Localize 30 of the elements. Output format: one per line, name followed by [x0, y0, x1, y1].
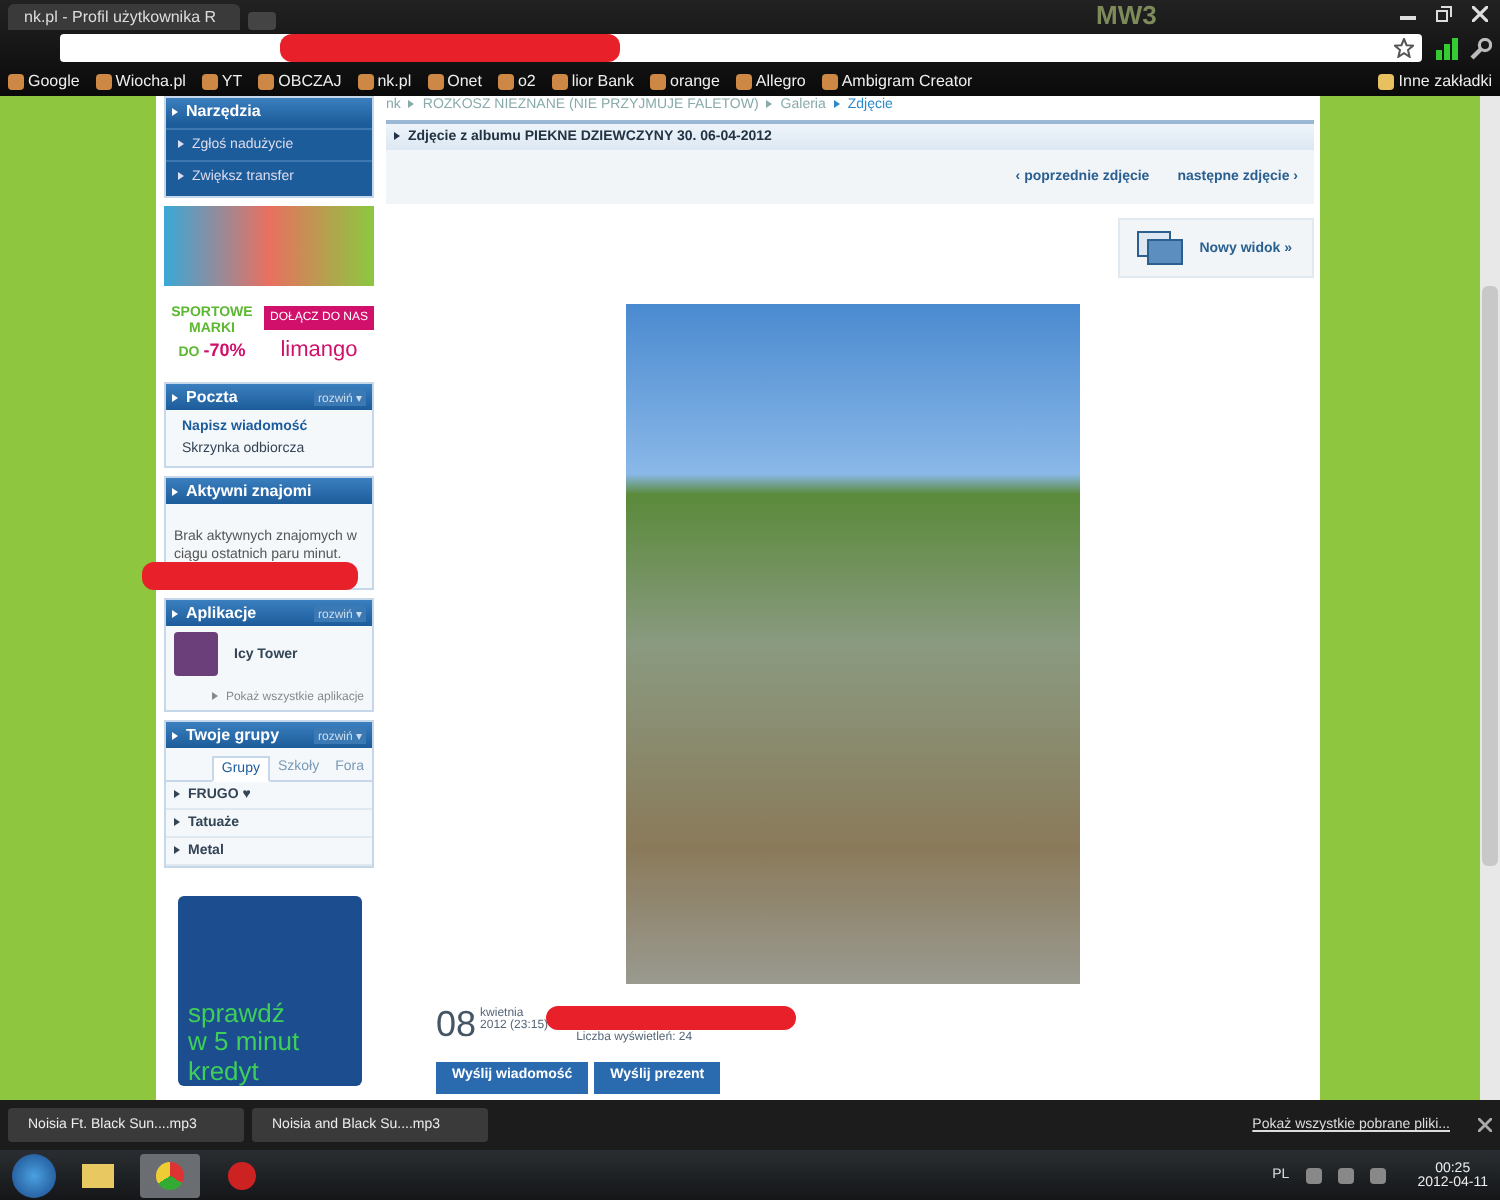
signal-bars-icon[interactable]	[1434, 36, 1458, 60]
bookmark-link[interactable]: Wiocha.pl	[95, 72, 186, 90]
bookmark-link[interactable]: lior Bank	[551, 72, 634, 90]
pictures-icon	[1135, 230, 1184, 266]
bookmark-link[interactable]: Ambigram Creator	[821, 72, 973, 90]
scrollbar[interactable]	[1480, 96, 1500, 1100]
close-icon[interactable]	[1478, 1118, 1492, 1132]
app-thumbnail[interactable]	[174, 632, 218, 676]
bookmark-folder[interactable]: Inne zakładki	[1378, 72, 1492, 90]
bookmark-link[interactable]: Google	[8, 72, 80, 90]
theme-logo: MW3	[1096, 0, 1157, 30]
bookmark-link[interactable]: nk.pl	[357, 72, 412, 90]
browser-tab[interactable]: nk.pl - Profil użytkownika R	[8, 4, 240, 30]
restore-icon[interactable]	[1436, 6, 1452, 22]
bookmark-link[interactable]: o2	[497, 72, 536, 90]
section-header: Aktywni znajomi	[166, 478, 372, 504]
bookmark-link[interactable]: YT	[201, 72, 243, 90]
section-header: Narzędzia	[166, 98, 372, 124]
browser-icon[interactable]	[140, 1153, 200, 1197]
bookmark-link[interactable]: Onet	[427, 72, 482, 90]
address-bar[interactable]	[60, 34, 1422, 62]
brand-logo: limango	[280, 338, 358, 362]
start-button[interactable]	[12, 1153, 56, 1197]
bookmark-link[interactable]: OBCZAJ	[258, 72, 342, 90]
star-icon[interactable]	[1394, 38, 1414, 58]
ad-banner[interactable]: sprawdź w 5 minut kredyt	[178, 896, 362, 1086]
ad-text: sprawdź w 5 minut kredyt	[188, 1000, 300, 1086]
date-day: 08	[436, 1004, 477, 1046]
bookmark-link[interactable]: Allegro	[735, 72, 806, 90]
bookmark-link[interactable]: orange	[650, 72, 720, 90]
